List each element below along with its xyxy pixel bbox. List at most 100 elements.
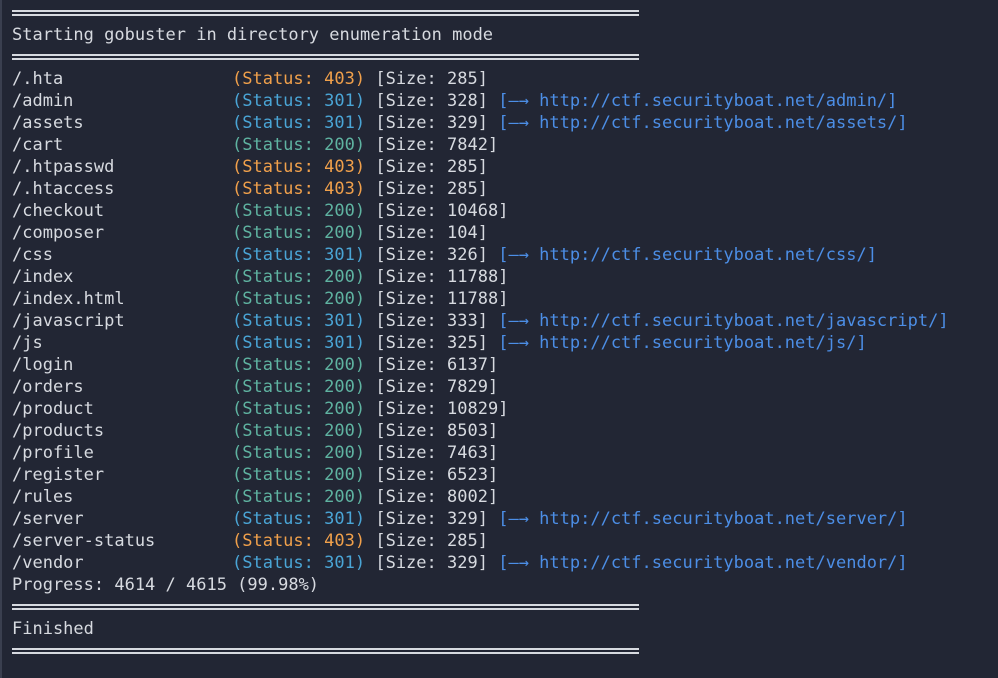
response-size: [Size: 329] [375,553,488,573]
status-code: (Status: 200) [232,487,366,507]
result-path: /cart [12,135,64,155]
result-path: /products [12,421,105,441]
size-value: 329 [447,509,478,529]
result-row: /checkout (Status: 200) [Size: 10468] [12,200,992,222]
status-code: (Status: 200) [232,443,366,463]
status-code: (Status: 403) [232,157,366,177]
status-code: (Status: 403) [232,69,366,89]
result-path: /product [12,399,94,419]
response-size: [Size: 10468] [375,201,509,221]
result-row: /.htpasswd (Status: 403) [Size: 285] [12,156,992,178]
response-size: [Size: 285] [375,157,488,177]
separator-line [12,2,992,24]
status-value: 200 [324,135,355,155]
redirect-target: [—→ http://ctf.securityboat.net/vendor/] [498,553,908,573]
size-value: 333 [447,311,478,331]
redirect-url: http://ctf.securityboat.net/javascript/ [539,311,939,331]
status-value: 200 [324,267,355,287]
result-row: /assets (Status: 301) [Size: 329] [—→ htt… [12,112,992,134]
status-value: 200 [324,201,355,221]
status-code: (Status: 200) [232,399,366,419]
size-value: 328 [447,91,478,111]
result-path: /index [12,267,74,287]
size-value: 285 [447,69,478,89]
size-value: 7829 [447,377,488,397]
response-size: [Size: 11788] [375,289,509,309]
size-value: 11788 [447,289,499,309]
status-code: (Status: 301) [232,509,366,529]
status-value: 403 [324,69,355,89]
status-value: 403 [324,157,355,177]
response-size: [Size: 104] [375,223,488,243]
status-code: (Status: 200) [232,421,366,441]
results-list: /.hta (Status: 403) [Size: 285] /admin (Sta… [12,68,992,574]
result-row: /server-status (Status: 403) [Size: 285] [12,530,992,552]
separator-line [12,46,992,68]
status-code: (Status: 200) [232,135,366,155]
size-value: 8503 [447,421,488,441]
response-size: [Size: 326] [375,245,488,265]
result-path: /register [12,465,105,485]
result-path: /checkout [12,201,105,221]
status-code: (Status: 200) [232,377,366,397]
response-size: [Size: 11788] [375,267,509,287]
status-value: 200 [324,399,355,419]
status-code: (Status: 301) [232,311,366,331]
size-value: 6137 [447,355,488,375]
status-value: 200 [324,443,355,463]
header-message: Starting gobuster in directory enumerati… [12,25,494,45]
result-path: /server [12,509,84,529]
result-path: /assets [12,113,84,133]
progress-line: Progress: 4614 / 4615 (99.98%) [12,575,320,595]
response-size: [Size: 7842] [375,135,499,155]
result-row: /login (Status: 200) [Size: 6137] [12,354,992,376]
redirect-target: [—→ http://ctf.securityboat.net/css/] [498,245,877,265]
size-value: 7842 [447,135,488,155]
status-code: (Status: 200) [232,289,366,309]
size-value: 8002 [447,487,488,507]
response-size: [Size: 7829] [375,377,499,397]
finished-message: Finished [12,619,94,639]
size-value: 10829 [447,399,499,419]
redirect-url: http://ctf.securityboat.net/admin/ [539,91,888,111]
redirect-target: [—→ http://ctf.securityboat.net/js/] [498,333,867,353]
response-size: [Size: 8503] [375,421,499,441]
status-value: 301 [324,553,355,573]
result-row: /css (Status: 301) [Size: 326] [—→ http:/… [12,244,992,266]
result-path: /rules [12,487,74,507]
size-value: 10468 [447,201,499,221]
response-size: [Size: 325] [375,333,488,353]
status-value: 200 [324,421,355,441]
status-code: (Status: 301) [232,245,366,265]
status-code: (Status: 200) [232,465,366,485]
size-value: 285 [447,157,478,177]
redirect-url: http://ctf.securityboat.net/assets/ [539,113,898,133]
status-value: 200 [324,223,355,243]
size-value: 104 [447,223,478,243]
status-code: (Status: 301) [232,91,366,111]
result-row: /index (Status: 200) [Size: 11788] [12,266,992,288]
size-value: 329 [447,113,478,133]
size-value: 285 [447,179,478,199]
result-row: /javascript (Status: 301) [Size: 333] [—→… [12,310,992,332]
status-value: 200 [324,465,355,485]
response-size: [Size: 10829] [375,399,509,419]
status-value: 200 [324,377,355,397]
result-row: /server (Status: 301) [Size: 329] [—→ htt… [12,508,992,530]
response-size: [Size: 285] [375,531,488,551]
result-path: /login [12,355,74,375]
status-code: (Status: 200) [232,355,366,375]
status-code: (Status: 200) [232,201,366,221]
response-size: [Size: 333] [375,311,488,331]
redirect-url: http://ctf.securityboat.net/js/ [539,333,857,353]
result-path: /vendor [12,553,84,573]
result-row: /.htaccess (Status: 403) [Size: 285] [12,178,992,200]
redirect-url: http://ctf.securityboat.net/server/ [539,509,898,529]
size-value: 11788 [447,267,499,287]
status-value: 301 [324,245,355,265]
response-size: [Size: 6523] [375,465,499,485]
status-value: 200 [324,487,355,507]
status-code: (Status: 200) [232,223,366,243]
status-code: (Status: 301) [232,113,366,133]
result-row: /js (Status: 301) [Size: 325] [—→ http://… [12,332,992,354]
